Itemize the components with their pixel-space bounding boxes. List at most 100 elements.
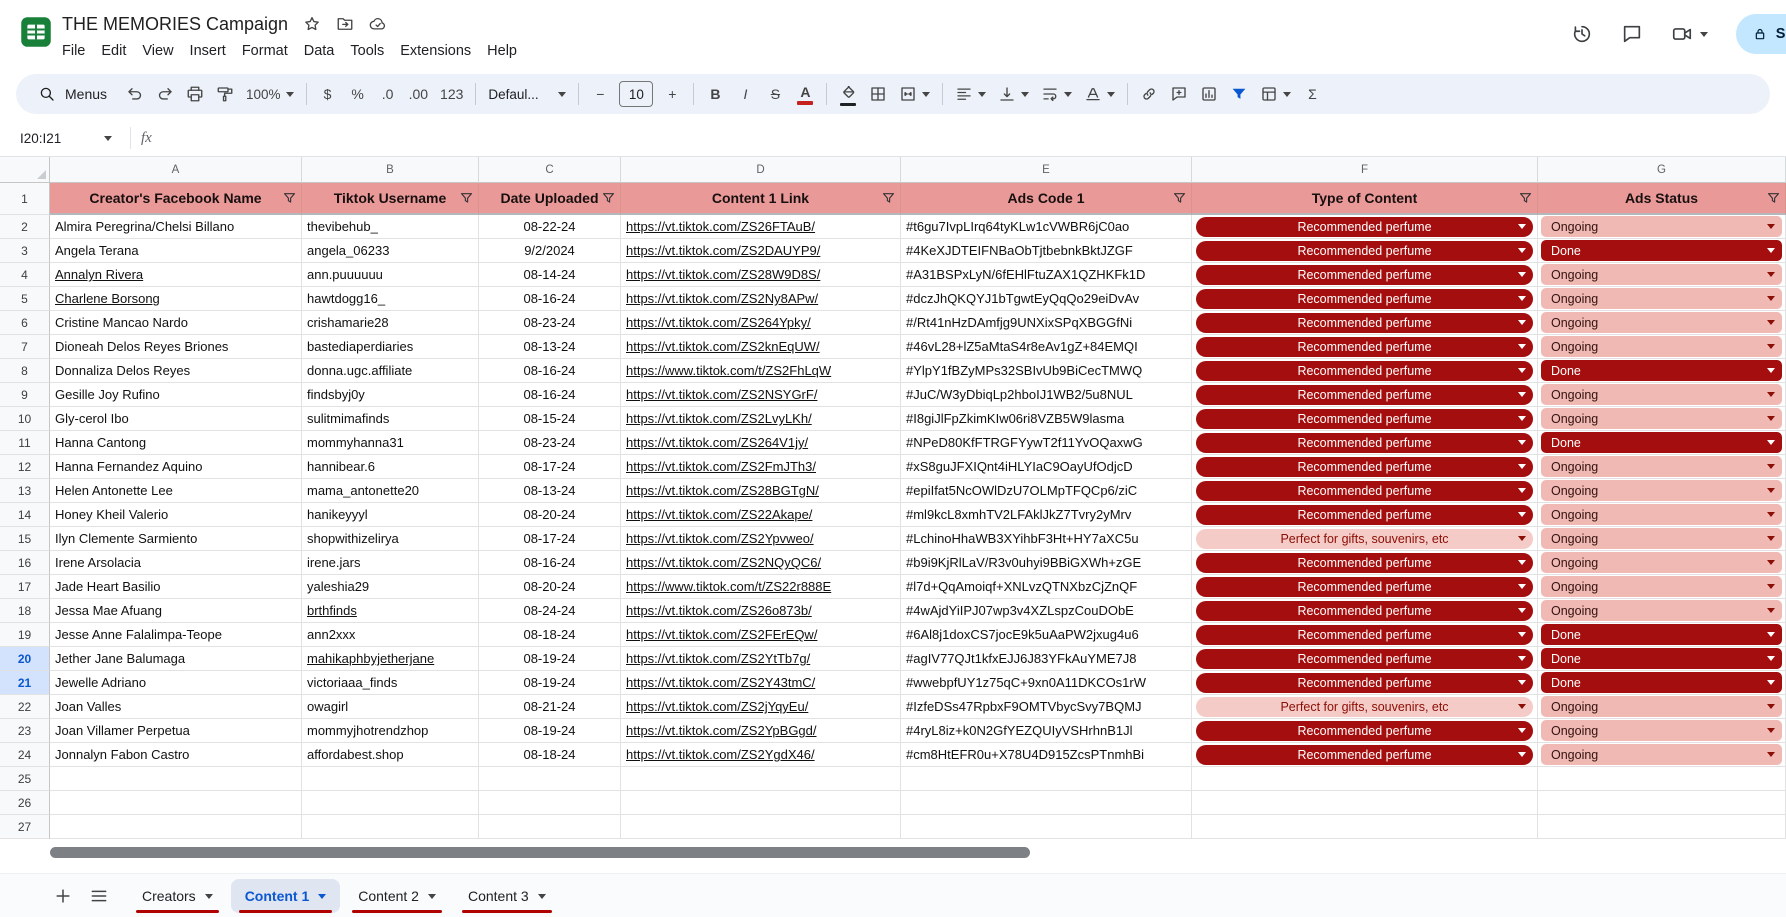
cell-date-uploaded[interactable]: 08-18-24: [479, 623, 621, 647]
filter-icon[interactable]: [1172, 191, 1187, 206]
cell-content-link[interactable]: https://vt.tiktok.com/ZS2YgdX46/: [621, 743, 901, 767]
ads-status-dropdown[interactable]: Ongoing: [1541, 744, 1782, 765]
empty-cell[interactable]: [302, 815, 479, 839]
cell-date-uploaded[interactable]: 08-15-24: [479, 407, 621, 431]
filter-icon[interactable]: [601, 191, 616, 206]
row-number[interactable]: 24: [0, 743, 50, 767]
type-of-content-dropdown[interactable]: Recommended perfume: [1196, 648, 1533, 669]
menu-extensions[interactable]: Extensions: [392, 41, 479, 61]
cell-ads-code[interactable]: #6Al8j1doxCS7jocE9k5uAaPW2jxug4u6: [901, 623, 1192, 647]
cell-content-link[interactable]: https://www.tiktok.com/t/ZS2FhLqW: [621, 359, 901, 383]
cell-creator-name[interactable]: Hanna Fernandez Aquino: [50, 455, 302, 479]
content-link[interactable]: https://vt.tiktok.com/ZS26o873b/: [626, 603, 812, 618]
row-number[interactable]: 20: [0, 647, 50, 671]
cell-content-link[interactable]: https://vt.tiktok.com/ZS2Ypvweo/: [621, 527, 901, 551]
undo-button[interactable]: [121, 80, 149, 108]
type-of-content-dropdown[interactable]: Recommended perfume: [1196, 360, 1533, 381]
cell-content-link[interactable]: https://vt.tiktok.com/ZS28W9D8S/: [621, 263, 901, 287]
increase-decimal-button[interactable]: .00: [404, 80, 433, 108]
star-icon[interactable]: [303, 15, 321, 33]
menu-insert[interactable]: Insert: [182, 41, 234, 61]
insert-chart-button[interactable]: [1195, 80, 1223, 108]
cell-date-uploaded[interactable]: 08-19-24: [479, 647, 621, 671]
cell-creator-name[interactable]: Cristine Mancao Nardo: [50, 311, 302, 335]
content-link[interactable]: https://vt.tiktok.com/ZS2Ypvweo/: [626, 531, 814, 546]
text-rotate-button[interactable]: [1079, 80, 1120, 108]
ads-status-dropdown[interactable]: Done: [1541, 432, 1782, 453]
cell-creator-name[interactable]: Donnaliza Delos Reyes: [50, 359, 302, 383]
formula-input[interactable]: [164, 120, 1786, 156]
cell-ads-code[interactable]: #wwebpfUY1z75qC+9xn0A11DKCOs1rW: [901, 671, 1192, 695]
ads-status-dropdown[interactable]: Done: [1541, 240, 1782, 261]
empty-cell[interactable]: [621, 791, 901, 815]
menu-file[interactable]: File: [54, 41, 93, 61]
type-of-content-dropdown[interactable]: Recommended perfume: [1196, 504, 1533, 525]
type-of-content-dropdown[interactable]: Recommended perfume: [1196, 240, 1533, 261]
cell-content-link[interactable]: https://vt.tiktok.com/ZS2Y43tmC/: [621, 671, 901, 695]
cell-creator-name[interactable]: Joan Valles: [50, 695, 302, 719]
cell-ads-code[interactable]: #I8giJlFpZkimKIw06ri8VZB5W9lasma: [901, 407, 1192, 431]
ads-status-dropdown[interactable]: Done: [1541, 360, 1782, 381]
row-number[interactable]: 5: [0, 287, 50, 311]
row-number[interactable]: 3: [0, 239, 50, 263]
cell-tiktok-username[interactable]: hanikeyyyl: [302, 503, 479, 527]
cell-creator-name[interactable]: Jether Jane Balumaga: [50, 647, 302, 671]
row-number[interactable]: 15: [0, 527, 50, 551]
content-link[interactable]: https://vt.tiktok.com/ZS2knEqUW/: [626, 339, 820, 354]
content-link[interactable]: https://vt.tiktok.com/ZS2FmJTh3/: [626, 459, 816, 474]
row-number[interactable]: 22: [0, 695, 50, 719]
cell-ads-code[interactable]: #cm8HtEFR0u+X78U4D915ZcsPTnmhBi: [901, 743, 1192, 767]
cell-tiktok-username[interactable]: donna.ugc.affiliate: [302, 359, 479, 383]
cell-tiktok-username[interactable]: hawtdogg16_: [302, 287, 479, 311]
cell-date-uploaded[interactable]: 08-21-24: [479, 695, 621, 719]
cell-date-uploaded[interactable]: 08-17-24: [479, 455, 621, 479]
cell-date-uploaded[interactable]: 08-19-24: [479, 671, 621, 695]
type-of-content-dropdown[interactable]: Recommended perfume: [1196, 456, 1533, 477]
cell-content-link[interactable]: https://vt.tiktok.com/ZS2YtTb7g/: [621, 647, 901, 671]
filter-icon[interactable]: [459, 191, 474, 206]
cell-ads-code[interactable]: #epiIfat5NcOWlDzU7OLMpTFQCp6/ziC: [901, 479, 1192, 503]
ads-status-dropdown[interactable]: Ongoing: [1541, 216, 1782, 237]
cell-date-uploaded[interactable]: 08-20-24: [479, 575, 621, 599]
ads-status-dropdown[interactable]: Done: [1541, 624, 1782, 645]
ads-status-dropdown[interactable]: Done: [1541, 648, 1782, 669]
row-number[interactable]: 9: [0, 383, 50, 407]
redo-button[interactable]: [151, 80, 179, 108]
cell-creator-name[interactable]: Jessa Mae Afuang: [50, 599, 302, 623]
cell-creator-name[interactable]: Honey Kheil Valerio: [50, 503, 302, 527]
ads-status-dropdown[interactable]: Ongoing: [1541, 288, 1782, 309]
row-number[interactable]: 2: [0, 215, 50, 239]
version-history-icon[interactable]: [1571, 23, 1593, 45]
type-of-content-dropdown[interactable]: Perfect for gifts, souvenirs, etc: [1196, 528, 1533, 549]
cell-creator-name[interactable]: Gesille Joy Rufino: [50, 383, 302, 407]
cell-date-uploaded[interactable]: 08-16-24: [479, 359, 621, 383]
sheets-logo-icon[interactable]: [20, 16, 52, 48]
cell-tiktok-username[interactable]: thevibehub_: [302, 215, 479, 239]
type-of-content-dropdown[interactable]: Recommended perfume: [1196, 384, 1533, 405]
ads-status-dropdown[interactable]: Ongoing: [1541, 264, 1782, 285]
type-of-content-dropdown[interactable]: Recommended perfume: [1196, 744, 1533, 765]
cell-creator-name[interactable]: Hanna Cantong: [50, 431, 302, 455]
content-link[interactable]: https://vt.tiktok.com/ZS2YgdX46/: [626, 747, 815, 762]
header-cell[interactable]: Tiktok Username: [302, 183, 479, 215]
cell-creator-name[interactable]: Ilyn Clemente Sarmiento: [50, 527, 302, 551]
cell-tiktok-username[interactable]: owagirl: [302, 695, 479, 719]
cell-tiktok-username[interactable]: ann2xxx: [302, 623, 479, 647]
cell-content-link[interactable]: https://www.tiktok.com/t/ZS22r888E: [621, 575, 901, 599]
menu-format[interactable]: Format: [234, 41, 296, 61]
empty-cell[interactable]: [1192, 815, 1538, 839]
row-number[interactable]: 11: [0, 431, 50, 455]
sheet-tab-creators[interactable]: Creators: [128, 879, 227, 913]
row-number[interactable]: 19: [0, 623, 50, 647]
zoom-select[interactable]: 100%: [241, 80, 299, 108]
cell-date-uploaded[interactable]: 08-16-24: [479, 383, 621, 407]
horizontal-align-button[interactable]: [950, 80, 991, 108]
cell-date-uploaded[interactable]: 08-19-24: [479, 719, 621, 743]
column-header-c[interactable]: C: [479, 157, 621, 183]
comments-icon[interactable]: [1621, 23, 1643, 45]
ads-status-dropdown[interactable]: Ongoing: [1541, 480, 1782, 501]
content-link[interactable]: https://www.tiktok.com/t/ZS22r888E: [626, 579, 831, 594]
row-number[interactable]: 26: [0, 791, 50, 815]
cell-ads-code[interactable]: #4ryL8iz+k0N2GfYEZQUIyVSHrhnB1Jl: [901, 719, 1192, 743]
column-header-a[interactable]: A: [50, 157, 302, 183]
